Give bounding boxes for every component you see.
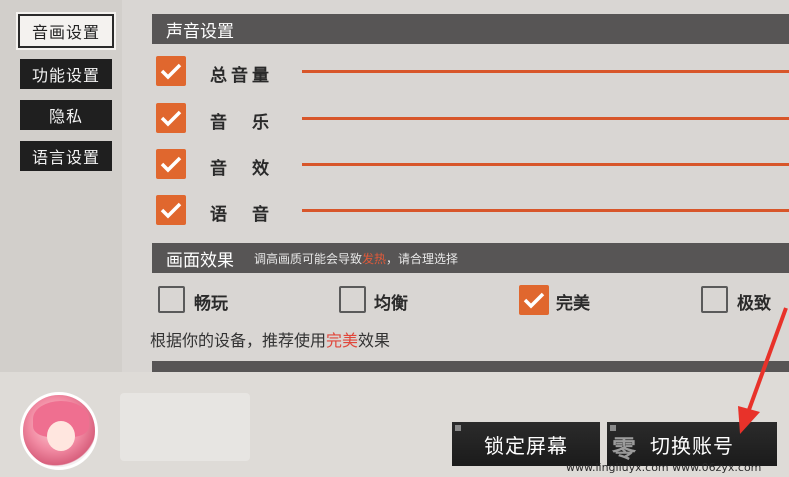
checkmark-icon [523,292,545,309]
annotation-arrow-icon [738,307,788,434]
next-section-header-partial [152,361,789,372]
checkmark-icon [160,156,182,173]
checkmark-icon [160,202,182,219]
voice-label: 语 音 [210,205,273,225]
graphics-note: 调高画质可能会导致发热，请合理选择 [254,251,459,266]
music-slider[interactable] [302,117,789,120]
graphics-section-header: 画面效果 调高画质可能会导致发热，请合理选择 [152,243,789,273]
avatar[interactable] [20,392,98,470]
music-label: 音 乐 [210,113,273,133]
quality-smooth-label: 畅玩 [194,294,228,314]
corner-decoration [455,425,461,431]
sidebar-item-language[interactable]: 语言设置 [20,141,112,171]
quality-balanced-label: 均衡 [374,294,408,314]
sidebar: 音画设置 功能设置 隐私 语言设置 [0,0,122,372]
graphics-header-title: 画面效果 [166,250,234,271]
sound-section-header: 声音设置 [152,14,789,44]
master-volume-label: 总音量 [210,66,273,86]
settings-panel: 声音设置 总音量 音 乐 音 效 语 音 画面效果 调高画质可能会导致发热，请合… [138,0,789,372]
sfx-label: 音 效 [210,159,273,179]
checkmark-icon [160,110,182,127]
quality-perfect-checkbox[interactable] [519,285,549,315]
watermark-text: www.lingliuyx.com www.06zyx.com [566,461,762,474]
quality-smooth-checkbox[interactable] [158,286,185,313]
music-checkbox[interactable] [156,103,186,133]
sfx-slider[interactable] [302,163,789,166]
player-info-blurred [120,393,250,461]
sound-header-title: 声音设置 [166,21,234,42]
sidebar-item-function[interactable]: 功能设置 [20,59,112,89]
sidebar-item-privacy[interactable]: 隐私 [20,100,112,130]
lock-screen-button[interactable]: 锁定屏幕 [452,422,600,466]
quality-balanced-checkbox[interactable] [339,286,366,313]
master-volume-slider[interactable] [302,70,789,73]
voice-checkbox[interactable] [156,195,186,225]
recommend-text: 根据你的设备，推荐使用完美效果 [150,331,391,350]
voice-slider[interactable] [302,209,789,212]
master-volume-checkbox[interactable] [156,56,186,86]
sidebar-item-audio-video[interactable]: 音画设置 [16,12,116,50]
quality-perfect-label: 完美 [556,294,590,314]
sfx-checkbox[interactable] [156,149,186,179]
checkmark-icon [160,63,182,80]
